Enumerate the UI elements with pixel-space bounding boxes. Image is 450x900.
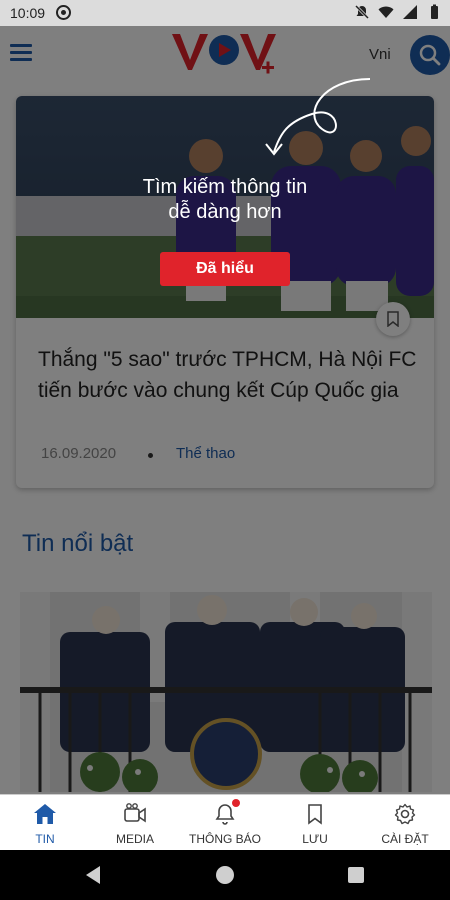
menu-bar-icon [10,51,32,54]
menu-button[interactable] [10,44,34,62]
search-button[interactable] [410,35,450,75]
status-time: 10:09 [10,5,46,21]
wifi-icon [378,6,394,18]
nav-label: THÔNG BÁO [188,832,261,846]
app-screen: 10:09 Vni Thắng "5 sao" trước TPHCM, Hà … [0,0,450,900]
video-camera-icon [124,803,146,823]
notification-badge [232,799,240,807]
article-title[interactable]: Thắng "5 sao" trước TPHCM, Hà Nội FC tiế… [38,344,418,406]
search-icon [419,44,441,66]
menu-bar-icon [10,58,32,61]
app-notification-icon [56,5,71,20]
app-header: Vni [0,26,450,86]
highlight-article-image[interactable] [20,592,432,792]
bottom-navigation: TIN MEDIA THÔNG BÁO LƯU CÀI ĐẶT [0,794,450,850]
home-icon [34,804,56,824]
signal-icon [403,5,417,19]
nav-label: TIN [35,832,55,846]
nav-tab-tin[interactable]: TIN [0,795,90,851]
system-navigation-bar [0,850,450,900]
nav-tab-luu[interactable]: LƯU [270,795,360,851]
bookmark-button[interactable] [376,302,410,336]
nav-label: MEDIA [115,832,154,846]
home-circle-icon[interactable] [216,866,234,884]
article-category-link[interactable]: Thể thao [176,445,235,462]
status-bar: 10:09 [0,0,450,26]
language-toggle[interactable]: Vni [369,46,391,63]
onboarding-message-line1: Tìm kiếm thông tin [142,176,308,198]
battery-icon [431,4,438,19]
status-icons [354,4,442,20]
menu-bar-icon [10,44,32,47]
nav-label: LƯU [302,832,328,846]
recent-apps-icon[interactable] [348,867,364,883]
separator-dot [148,453,153,458]
dismiss-onboarding-button[interactable]: Đã hiểu [160,252,290,286]
nav-tab-cai-dat[interactable]: CÀI ĐẶT [360,795,450,851]
bookmark-icon [387,311,399,327]
section-heading: Tin nổi bật [22,530,134,557]
onboarding-message: Tìm kiếm thông tin dễ dàng hơn [80,175,370,225]
nav-label: CÀI ĐẶT [381,832,429,846]
bookmark-icon [308,804,322,825]
article-date: 16.09.2020 [41,445,117,462]
mute-icon [354,4,370,20]
nav-tab-media[interactable]: MEDIA [90,795,180,851]
back-icon[interactable] [86,866,100,884]
nav-tab-thong-bao[interactable]: THÔNG BÁO [180,795,270,851]
tooltip-arrow-icon [265,78,371,156]
onboarding-message-line2: dễ dàng hơn [168,201,282,223]
vov-logo[interactable] [172,30,282,80]
gear-icon [394,803,416,825]
